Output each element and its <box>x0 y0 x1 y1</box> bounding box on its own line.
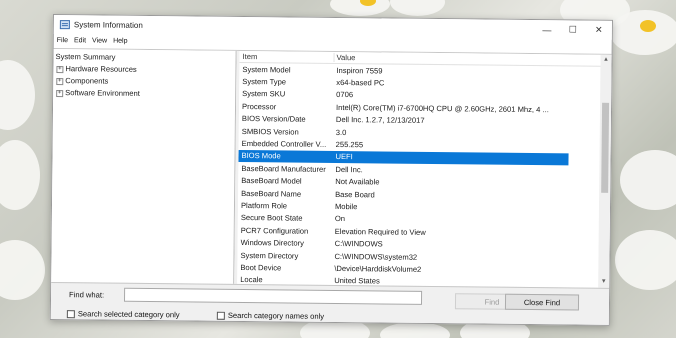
menu-view[interactable]: View <box>92 37 107 44</box>
row-item: Processor <box>241 101 277 112</box>
window-title: System Information <box>73 20 143 30</box>
content-area: System Summary + Hardware Resources + Co… <box>51 48 612 288</box>
search-names-checkbox[interactable] <box>216 311 225 320</box>
row-value: On <box>334 214 346 224</box>
row-value: Base Board <box>335 189 375 199</box>
search-category-names-option[interactable]: Search category names only <box>216 310 325 321</box>
row-value: UEFI <box>335 152 353 162</box>
search-selected-category-option[interactable]: Search selected category only <box>66 309 180 320</box>
row-value: Inspiron 7559 <box>336 65 383 76</box>
scroll-down-icon[interactable]: ▼ <box>598 277 609 288</box>
row-value: 3.0 <box>335 127 347 137</box>
search-selected-checkbox[interactable] <box>66 309 75 318</box>
scroll-up-icon[interactable]: ▲ <box>600 55 611 66</box>
row-value: Mobile <box>334 201 358 212</box>
system-information-window: System Information — ☐ ✕ File Edit View … <box>49 14 613 326</box>
row-item: System SKU <box>242 89 286 99</box>
find-what-input[interactable] <box>123 287 423 305</box>
row-value: Not Available <box>335 177 380 187</box>
row-item: SMBIOS Version <box>241 126 299 137</box>
row-value: Dell Inc. 1.2.7, 12/13/2017 <box>335 115 425 126</box>
details-list: Item Value System Model Inspiron 7559 Syst… <box>237 50 612 288</box>
expand-icon[interactable]: + <box>56 65 64 73</box>
row-item: Secure Boot State <box>240 213 303 223</box>
tree-item-software-environment[interactable]: + Software Environment <box>53 87 235 101</box>
find-what-label: Find what: <box>69 290 105 300</box>
row-item: BaseBoard Manufacturer <box>241 163 326 174</box>
row-value: Elevation Required to View <box>334 226 426 237</box>
row-item: System Type <box>242 77 287 87</box>
row-item: BaseBoard Name <box>241 188 302 199</box>
tree-item-label: Hardware Resources <box>65 64 137 74</box>
window-controls: — ☐ ✕ <box>534 20 612 40</box>
row-item: BaseBoard Model <box>241 176 302 186</box>
close-button[interactable]: ✕ <box>586 21 612 40</box>
row-value: Intel(R) Core(TM) i7-6700HQ CPU @ 2.60GH… <box>335 102 549 115</box>
list-rows: System Model Inspiron 7559 System Type x64-… <box>237 63 611 288</box>
tree-item-label: Components <box>65 76 109 86</box>
maximize-button[interactable]: ☐ <box>560 20 586 39</box>
system-information-icon <box>59 20 70 30</box>
tree-item-label: Software Environment <box>65 88 140 98</box>
row-value: 255.255 <box>335 139 364 150</box>
row-item: System Directory <box>240 250 299 261</box>
row-value: C:\WINDOWS\system32 <box>334 251 418 262</box>
menu-help[interactable]: Help <box>113 37 127 44</box>
menu-edit[interactable]: Edit <box>74 37 86 44</box>
search-names-label: Search category names only <box>227 310 325 321</box>
scrollbar-thumb[interactable] <box>601 102 610 193</box>
row-item: BIOS Mode <box>241 151 281 161</box>
row-item: PCR7 Configuration <box>240 225 309 236</box>
tree-item-label: System Summary <box>55 52 116 62</box>
search-selected-label: Search selected category only <box>77 309 180 320</box>
vertical-scrollbar[interactable]: ▲ ▼ <box>598 54 612 288</box>
row-item: Embedded Controller V... <box>241 139 327 149</box>
row-item: Boot Device <box>240 262 282 273</box>
row-value: C:\WINDOWS <box>334 239 383 249</box>
category-tree: System Summary + Hardware Resources + Co… <box>51 49 237 284</box>
column-header-item[interactable]: Item <box>240 52 334 62</box>
expand-icon[interactable]: + <box>56 89 64 97</box>
close-find-button[interactable]: Close Find <box>504 293 580 311</box>
minimize-button[interactable]: — <box>534 20 560 39</box>
row-item: BIOS Version/Date <box>241 114 306 124</box>
row-value: Dell Inc. <box>335 164 363 175</box>
row-value: \Device\HarddiskVolume2 <box>334 263 422 274</box>
row-item: Windows Directory <box>240 238 304 248</box>
row-item: Platform Role <box>240 200 288 211</box>
row-value: x64-based PC <box>336 78 385 88</box>
column-header-value[interactable]: Value <box>333 52 570 65</box>
row-item: System Model <box>242 64 291 75</box>
expand-icon[interactable]: + <box>56 77 64 85</box>
row-value: 0706 <box>336 90 354 100</box>
find-panel: Find what: Find Close Find Search select… <box>50 281 610 325</box>
menu-file[interactable]: File <box>57 37 68 44</box>
